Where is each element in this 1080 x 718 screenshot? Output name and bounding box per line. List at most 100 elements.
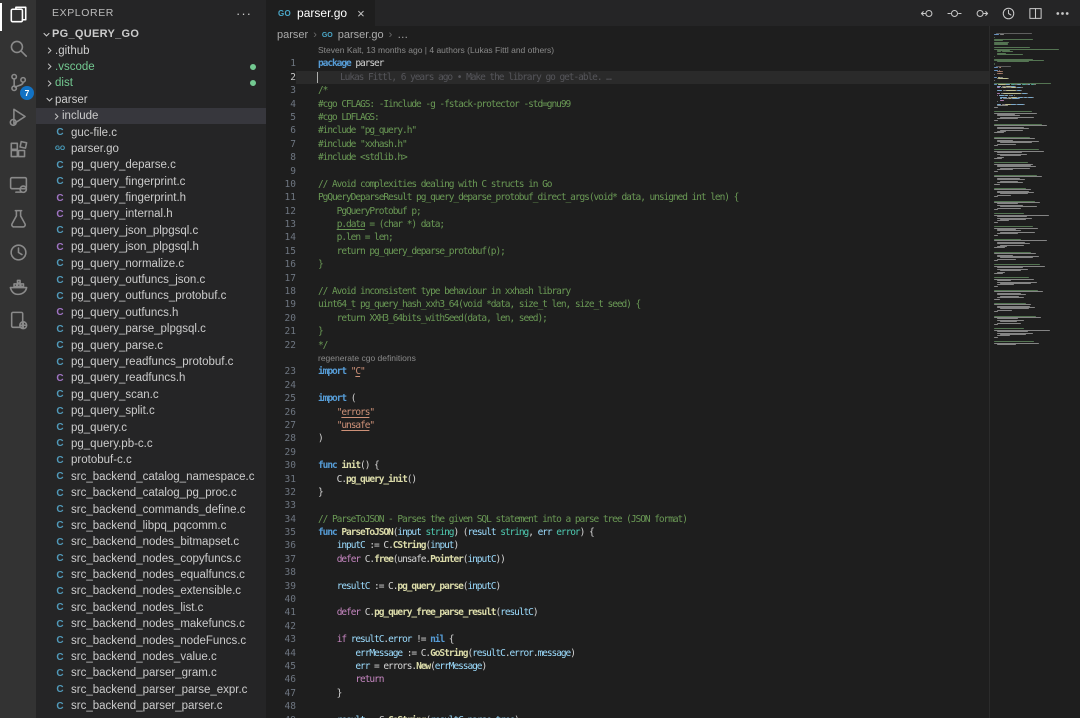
tree-item-pg_query_json_plpgsql.h[interactable]: Cpg_query_json_plpgsql.h (36, 239, 266, 255)
tree-item-src_backend_nodes_nodeFuncs.c[interactable]: Csrc_backend_nodes_nodeFuncs.c (36, 632, 266, 648)
code-line[interactable]: 21} (266, 325, 989, 338)
tree-root-pg-query-go[interactable]: PG_QUERY_GO (36, 26, 266, 42)
code-line[interactable]: 47 } (266, 687, 989, 700)
tree-item-src_backend_nodes_extensible.c[interactable]: Csrc_backend_nodes_extensible.c (36, 583, 266, 599)
tree-item-src_backend_parser_gram.c[interactable]: Csrc_backend_parser_gram.c (36, 665, 266, 681)
tree-item-pg_query_readfuncs_protobuf.c[interactable]: Cpg_query_readfuncs_protobuf.c (36, 354, 266, 370)
tree-item-src_backend_libpq_pqcomm.c[interactable]: Csrc_backend_libpq_pqcomm.c (36, 518, 266, 534)
code-line[interactable]: 17 (266, 272, 989, 285)
code-line[interactable]: 25import ( (266, 392, 989, 405)
code-editor[interactable]: Steven Kalt, 13 months ago | 4 authors (… (266, 44, 989, 718)
tree-item-pg_query_outfuncs_json.c[interactable]: Cpg_query_outfuncs_json.c (36, 272, 266, 288)
activity-item-source-control[interactable]: 7 (0, 68, 36, 102)
codelens[interactable]: Steven Kalt, 13 months ago | 4 authors (… (266, 44, 989, 57)
tree-item-pg_query_fingerprint.h[interactable]: Cpg_query_fingerprint.h (36, 190, 266, 206)
code-line[interactable]: 19uint64_t pg_query_hash_xxh3_64(void *d… (266, 298, 989, 311)
code-line[interactable]: 36 inputC := C.CString(input) (266, 539, 989, 552)
code-line[interactable]: 31 C.pg_query_init() (266, 473, 989, 486)
previous-change-button[interactable] (920, 6, 935, 21)
tree-item-pg_query_parse.c[interactable]: Cpg_query_parse.c (36, 337, 266, 353)
tree-item-src_backend_nodes_value.c[interactable]: Csrc_backend_nodes_value.c (36, 649, 266, 665)
code-line[interactable]: 16} (266, 258, 989, 271)
code-line[interactable]: 24 (266, 379, 989, 392)
code-line[interactable]: 3/* (266, 84, 989, 97)
code-line[interactable]: 42 (266, 620, 989, 633)
code-line[interactable]: 28) (266, 432, 989, 445)
tree-item-pg_query_json_plpgsql.c[interactable]: Cpg_query_json_plpgsql.c (36, 223, 266, 239)
tree-item-src_backend_nodes_makefuncs.c[interactable]: Csrc_backend_nodes_makefuncs.c (36, 616, 266, 632)
code-line[interactable]: 9 (266, 165, 989, 178)
code-line[interactable]: 44 errMessage := C.GoString(resultC.erro… (266, 647, 989, 660)
tree-item-dist[interactable]: dist (36, 75, 266, 91)
tree-item-pg_query_outfuncs.h[interactable]: Cpg_query_outfuncs.h (36, 305, 266, 321)
tree-item-parser.go[interactable]: GOparser.go (36, 141, 266, 157)
code-line[interactable]: 46 return (266, 673, 989, 686)
activity-item-search[interactable] (0, 34, 36, 68)
code-line[interactable]: 40 (266, 593, 989, 606)
code-line[interactable]: 35func ParseToJSON(input string) (result… (266, 526, 989, 539)
activity-item-project-manager[interactable] (0, 306, 36, 340)
tree-item-pg_query_split.c[interactable]: Cpg_query_split.c (36, 403, 266, 419)
tree-item-pg_query_parse_plpgsql.c[interactable]: Cpg_query_parse_plpgsql.c (36, 321, 266, 337)
tree-item-pg_query.c[interactable]: Cpg_query.c (36, 419, 266, 435)
code-line[interactable]: 37 defer C.free(unsafe.Pointer(inputC)) (266, 553, 989, 566)
code-line[interactable]: 15 return pg_query_deparse_protobuf(p); (266, 245, 989, 258)
next-change-button[interactable] (974, 6, 989, 21)
code-line[interactable]: 38 (266, 566, 989, 579)
tree-item-src_backend_nodes_bitmapset.c[interactable]: Csrc_backend_nodes_bitmapset.c (36, 534, 266, 550)
tree-item-.vscode[interactable]: .vscode (36, 59, 266, 75)
tree-item-src_backend_commands_define.c[interactable]: Csrc_backend_commands_define.c (36, 501, 266, 517)
code-line[interactable]: 7#include "xxhash.h" (266, 138, 989, 151)
explorer-more-actions-icon[interactable]: ··· (236, 6, 252, 21)
code-line[interactable]: 20 return XXH3_64bits_withSeed(data, len… (266, 312, 989, 325)
code-line[interactable]: 30func init() { (266, 459, 989, 472)
open-changes-button[interactable] (947, 6, 962, 21)
tree-item-pg_query_normalize.c[interactable]: Cpg_query_normalize.c (36, 255, 266, 271)
tab-parser-go[interactable]: GO parser.go × (266, 0, 375, 26)
code-line[interactable]: 43 if resultC.error != nil { (266, 633, 989, 646)
tree-item-pg_query_scan.c[interactable]: Cpg_query_scan.c (36, 387, 266, 403)
breadcrumb-item[interactable]: … (397, 29, 408, 41)
code-line[interactable]: 22*/ (266, 339, 989, 352)
activity-item-testing[interactable] (0, 204, 36, 238)
code-line[interactable]: 13 p.data = (char *) data; (266, 218, 989, 231)
breadcrumb-item[interactable]: parser.go (338, 29, 384, 41)
tree-item-src_backend_nodes_equalfuncs.c[interactable]: Csrc_backend_nodes_equalfuncs.c (36, 567, 266, 583)
tree-item-parser[interactable]: parser (36, 92, 266, 108)
code-line[interactable]: 18// Avoid inconsistent type behaviour i… (266, 285, 989, 298)
code-line[interactable]: 5#cgo LDFLAGS: (266, 111, 989, 124)
tree-item-pg_query.pb-c.c[interactable]: Cpg_query.pb-c.c (36, 436, 266, 452)
activity-item-explorer[interactable] (0, 0, 36, 34)
code-line[interactable]: 27 "unsafe" (266, 419, 989, 432)
code-line[interactable]: 45 err = errors.New(errMessage) (266, 660, 989, 673)
tree-item-guc-file.c[interactable]: Cguc-file.c (36, 124, 266, 140)
tree-item-protobuf-c.c[interactable]: Cprotobuf-c.c (36, 452, 266, 468)
code-line[interactable]: 14 p.len = len; (266, 231, 989, 244)
tree-item-src_backend_catalog_namespace.c[interactable]: Csrc_backend_catalog_namespace.c (36, 469, 266, 485)
minimap[interactable] (989, 26, 1080, 718)
code-line[interactable]: 6#include "pg_query.h" (266, 124, 989, 137)
code-line[interactable]: 29 (266, 446, 989, 459)
activity-item-remote-explorer[interactable] (0, 170, 36, 204)
breadcrumb-item[interactable]: parser (277, 29, 308, 41)
code-line[interactable]: 8#include <stdlib.h> (266, 151, 989, 164)
tree-item-.github[interactable]: .github (36, 42, 266, 58)
code-line[interactable]: 4#cgo CFLAGS: -Iinclude -g -fstack-prote… (266, 98, 989, 111)
split-editor-button[interactable] (1028, 6, 1043, 21)
code-line[interactable]: 48 (266, 700, 989, 713)
tree-item-include[interactable]: include (36, 108, 266, 124)
tree-item-pg_query_deparse.c[interactable]: Cpg_query_deparse.c (36, 157, 266, 173)
tree-item-src_backend_parser_parser.c[interactable]: Csrc_backend_parser_parser.c (36, 698, 266, 714)
code-line[interactable]: 23import "C" (266, 365, 989, 378)
code-line[interactable]: 10// Avoid complexities dealing with C s… (266, 178, 989, 191)
tree-item-src_backend_parser_parse_expr.c[interactable]: Csrc_backend_parser_parse_expr.c (36, 682, 266, 698)
codelens[interactable]: regenerate cgo definitions (266, 352, 989, 365)
code-line[interactable]: 12 PgQueryProtobuf p; (266, 205, 989, 218)
code-line[interactable]: 41 defer C.pg_query_free_parse_result(re… (266, 606, 989, 619)
activity-item-gitlens[interactable] (0, 238, 36, 272)
tree-item-pg_query_internal.h[interactable]: Cpg_query_internal.h (36, 206, 266, 222)
tree-item-src_backend_nodes_copyfuncs.c[interactable]: Csrc_backend_nodes_copyfuncs.c (36, 551, 266, 567)
code-line[interactable]: 11PgQueryDeparseResult pg_query_deparse_… (266, 191, 989, 204)
code-line[interactable]: 33 (266, 499, 989, 512)
code-line[interactable]: 1package parser (266, 57, 989, 70)
